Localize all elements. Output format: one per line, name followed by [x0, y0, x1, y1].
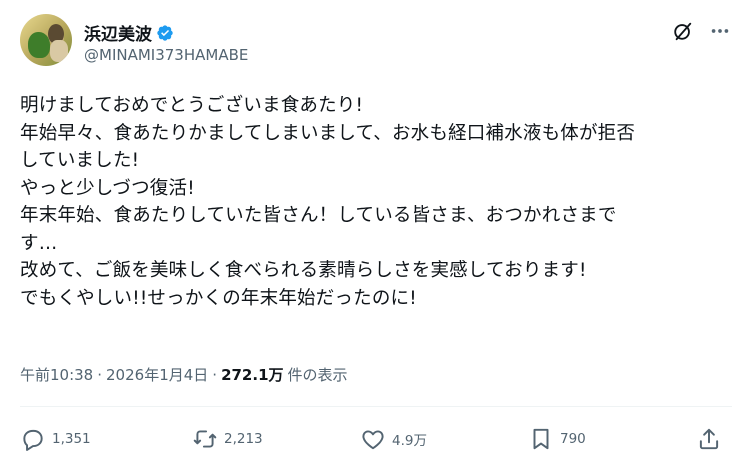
post-time[interactable]: 午前10:38: [20, 364, 93, 385]
tweet-line: していました!: [20, 150, 140, 171]
repost-button[interactable]: 2,213: [192, 420, 263, 458]
grok-icon[interactable]: [672, 20, 694, 42]
view-count-label: 件の表示: [287, 366, 348, 384]
bookmark-count: 790: [560, 431, 586, 447]
tweet-meta: 午前10:38 · 2026年1月4日 · 272.1万 件の表示: [20, 364, 348, 385]
avatar[interactable]: [20, 14, 72, 66]
verified-badge-icon: [157, 24, 173, 41]
more-options-icon[interactable]: [708, 20, 732, 42]
post-date[interactable]: 2026年1月4日: [106, 364, 208, 385]
author-handle[interactable]: @MINAMI373HAMABE: [84, 46, 248, 64]
like-button[interactable]: 4.9万: [360, 420, 427, 458]
tweet-line: す…: [20, 232, 58, 254]
heart-icon: [362, 430, 384, 450]
tweet-header: 浜辺美波 @MINAMI373HAMABE: [20, 14, 732, 74]
meta-separator: ·: [212, 365, 218, 384]
tweet-line: 年始早々、食あたりかましてしまいまして、お水も経口補水液も体が拒否: [20, 122, 636, 144]
view-count[interactable]: 272.1万: [221, 364, 283, 385]
tweet-line: 改めて、ご飯を美味しく食べられる素晴らしさを実感しております!: [20, 260, 587, 281]
share-button[interactable]: [696, 420, 722, 458]
like-count: 4.9万: [392, 433, 427, 449]
tweet-text: 明けましておめでとうございま食あたり! 年始早々、食あたりかましてしまいまして、お…: [20, 92, 732, 312]
bookmark-icon: [533, 428, 549, 450]
tweet-line: 明けましておめでとうございま食あたり!: [20, 95, 364, 116]
action-bar: 1,351 2,213 4.9万 790: [20, 420, 732, 458]
share-icon: [699, 428, 719, 450]
divider: [20, 406, 732, 407]
reply-icon: [23, 429, 43, 451]
bookmark-button[interactable]: 790: [528, 420, 586, 458]
reply-button[interactable]: 1,351: [20, 420, 91, 458]
reply-count: 1,351: [52, 431, 91, 447]
repost-count: 2,213: [224, 431, 263, 447]
meta-separator: ·: [97, 365, 103, 384]
repost-icon: [193, 430, 217, 448]
display-name[interactable]: 浜辺美波: [84, 20, 152, 45]
tweet-line: でもくやしい!!せっかくの年末年始だったのに!: [20, 287, 417, 309]
author-name-row[interactable]: 浜辺美波: [84, 20, 174, 45]
tweet-line: 年末年始、食あたりしていた皆さん！している皆さま、おつかれさまで: [20, 205, 617, 226]
tweet-line: やっと少しづつ復活!: [20, 177, 195, 199]
